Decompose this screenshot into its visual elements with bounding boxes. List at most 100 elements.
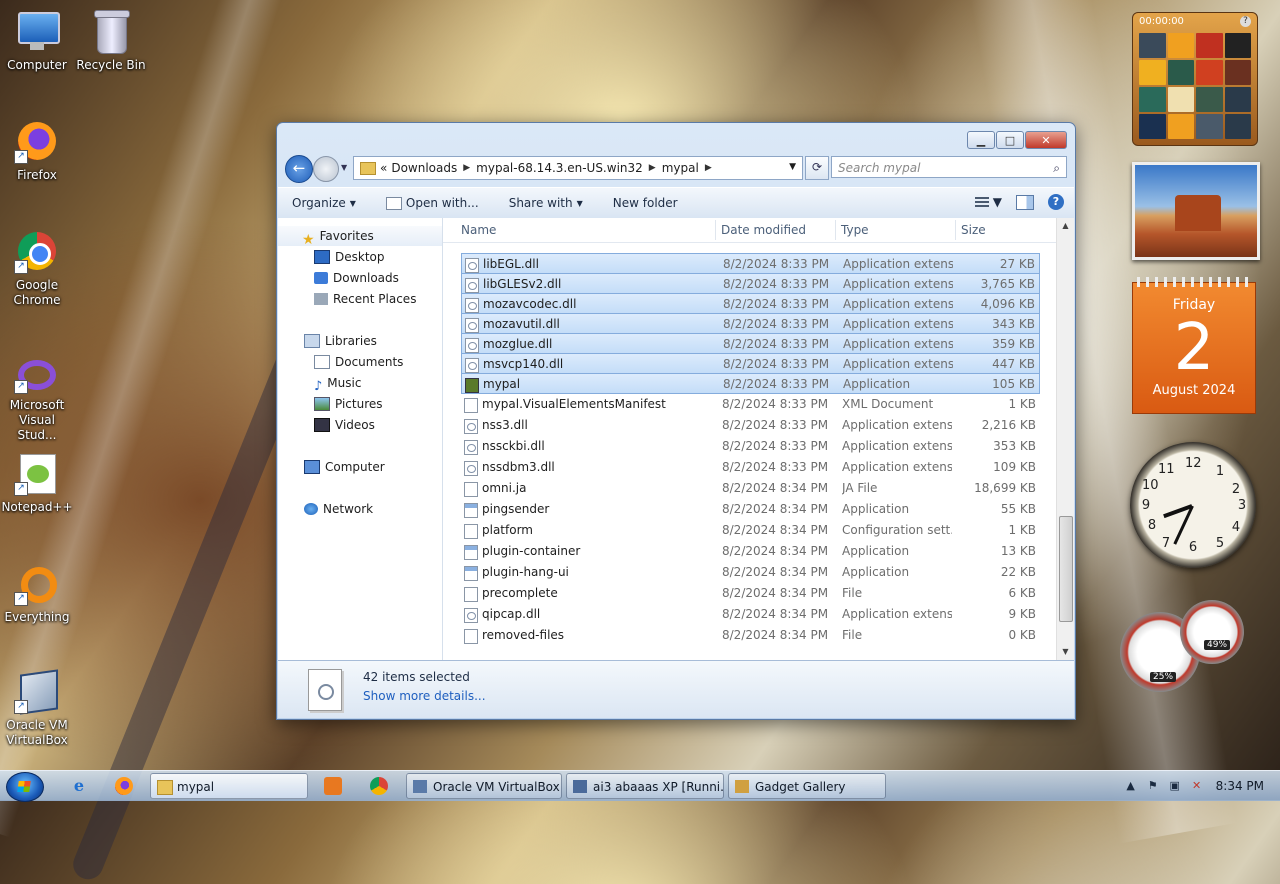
new-folder-button[interactable]: New folder	[613, 196, 678, 210]
address-bar[interactable]: « Downloads ▶ mypal-68.14.3.en-US.win32 …	[353, 156, 803, 180]
desktop-icon-chrome[interactable]: ↗ Google Chrome	[0, 228, 74, 308]
minimize-button[interactable]: ▁	[967, 131, 995, 149]
nav-desktop[interactable]: Desktop	[278, 247, 385, 267]
start-button[interactable]	[6, 772, 44, 802]
network-icon[interactable]: ▣	[1168, 779, 1182, 793]
desktop-icon-recycle-bin[interactable]: Recycle Bin	[74, 8, 148, 73]
views-dropdown-icon[interactable]: ▼	[993, 195, 1002, 209]
search-input[interactable]: Search mypal ⌕	[831, 156, 1067, 178]
clock-gadget[interactable]: 12 1 2 3 4 5 6 7 8 9 10 11	[1130, 442, 1256, 568]
share-with-label: Share with	[508, 196, 573, 210]
file-name: precomplete	[482, 586, 558, 600]
address-dropdown-icon[interactable]: ▼	[789, 162, 796, 172]
address-prefix[interactable]: «	[380, 161, 387, 175]
scroll-down-icon[interactable]: ▼	[1057, 644, 1074, 660]
show-more-details-link[interactable]: Show more details...	[363, 689, 486, 703]
file-row[interactable]: mozavcodec.dll 8/2/2024 8:33 PM Applicatio…	[461, 293, 1040, 314]
scroll-up-icon[interactable]: ▲	[1057, 218, 1074, 234]
maximize-button[interactable]: □	[996, 131, 1024, 149]
memory-meter-gadget[interactable]: 49%	[1180, 600, 1244, 664]
nav-libraries[interactable]: Libraries	[278, 331, 377, 351]
recent-pages-dropdown[interactable]: ▼	[341, 163, 347, 172]
chevron-down-icon: ▼	[349, 198, 356, 208]
tray-clock[interactable]: 8:34 PM	[1216, 779, 1264, 793]
chevron-right-icon[interactable]: ▶	[705, 163, 712, 173]
taskbar-button-mypal[interactable]: mypal	[150, 773, 308, 799]
help-icon[interactable]: ?	[1240, 16, 1251, 27]
help-icon[interactable]: ?	[1048, 194, 1064, 210]
column-size[interactable]: Size	[961, 223, 986, 237]
slideshow-gadget[interactable]	[1132, 162, 1260, 260]
chevron-right-icon[interactable]: ▶	[463, 163, 470, 173]
file-size: 13 KB	[1000, 544, 1036, 558]
scrollbar-thumb[interactable]	[1059, 516, 1073, 622]
back-button[interactable]: ←	[285, 155, 313, 183]
file-row[interactable]: mozglue.dll 8/2/2024 8:33 PM Application e…	[461, 333, 1040, 354]
taskbar-button-gadget-gallery[interactable]: Gadget Gallery	[728, 773, 886, 799]
file-row[interactable]: nss3.dll 8/2/2024 8:33 PM Application exte…	[461, 415, 1040, 436]
column-date-modified[interactable]: Date modified	[721, 223, 806, 237]
nav-favorites[interactable]: ★ Favorites	[278, 226, 442, 248]
desktop-icon-notepad-plus-plus[interactable]: ↗ Notepad++	[0, 450, 74, 515]
refresh-button[interactable]: ⟳	[805, 156, 829, 180]
open-with-button[interactable]: Open with...	[385, 196, 479, 210]
nav-pictures[interactable]: Pictures	[278, 394, 383, 414]
breadcrumb-downloads[interactable]: Downloads	[391, 161, 457, 175]
nav-music[interactable]: ♪ Music	[278, 373, 361, 394]
chevron-right-icon[interactable]: ▶	[649, 163, 656, 173]
volume-muted-icon[interactable]: ✕	[1190, 779, 1204, 793]
file-row[interactable]: removed-files 8/2/2024 8:34 PM File 0 KB	[461, 625, 1040, 646]
file-row[interactable]: mypal 8/2/2024 8:33 PM Application 105 KB	[461, 373, 1040, 394]
file-row[interactable]: platform 8/2/2024 8:34 PM Configuration se…	[461, 520, 1040, 541]
file-row[interactable]: libGLESv2.dll 8/2/2024 8:33 PM Application…	[461, 273, 1040, 294]
nav-label: Videos	[335, 418, 375, 432]
nav-computer[interactable]: Computer	[278, 457, 385, 477]
action-center-flag-icon[interactable]: ⚑	[1146, 779, 1160, 793]
file-row[interactable]: mozavutil.dll 8/2/2024 8:33 PM Application…	[461, 313, 1040, 334]
file-row[interactable]: nssckbi.dll 8/2/2024 8:33 PM Application e…	[461, 436, 1040, 457]
file-row[interactable]: pingsender 8/2/2024 8:34 PM Application 55 …	[461, 499, 1040, 520]
vertical-scrollbar[interactable]: ▲ ▼	[1056, 218, 1074, 660]
internet-explorer-icon[interactable]: e	[70, 777, 88, 795]
chrome-icon[interactable]	[370, 777, 388, 795]
puzzle-grid[interactable]	[1139, 33, 1251, 139]
file-row[interactable]: plugin-hang-ui 8/2/2024 8:34 PM Applicatio…	[461, 562, 1040, 583]
file-row[interactable]: precomplete 8/2/2024 8:34 PM File 6 KB	[461, 583, 1040, 604]
desktop-icon-computer[interactable]: Computer	[0, 8, 74, 73]
file-row[interactable]: nssdbm3.dll 8/2/2024 8:33 PM Application e…	[461, 457, 1040, 478]
desktop-icon-firefox[interactable]: ↗ Firefox	[0, 118, 74, 183]
nav-network[interactable]: Network	[278, 499, 373, 519]
calendar-gadget[interactable]: Friday 2 August 2024	[1132, 277, 1256, 414]
desktop-icon-virtualbox[interactable]: ↗ Oracle VM VirtualBox	[0, 668, 74, 748]
column-type[interactable]: Type	[841, 223, 869, 237]
show-hidden-icons-icon[interactable]: ▲	[1124, 779, 1138, 793]
desktop-icon-visual-studio[interactable]: ↗ Microsoft Visual Stud...	[0, 348, 74, 443]
file-row[interactable]: msvcp140.dll 8/2/2024 8:33 PM Application …	[461, 353, 1040, 374]
preview-pane-icon[interactable]	[1016, 194, 1034, 210]
file-row[interactable]: omni.ja 8/2/2024 8:34 PM JA File 18,699 KB	[461, 478, 1040, 499]
breadcrumb-mypal[interactable]: mypal	[662, 161, 699, 175]
taskbar-button-vm[interactable]: ai3 abaaas XP [Runni...	[566, 773, 724, 799]
nav-recent-places[interactable]: Recent Places	[278, 289, 416, 309]
file-row[interactable]: plugin-container 8/2/2024 8:34 PM Applicat…	[461, 541, 1040, 562]
change-view-icon[interactable]	[974, 196, 989, 208]
close-button[interactable]: ✕	[1025, 131, 1067, 149]
column-name[interactable]: Name	[461, 223, 496, 237]
open-with-icon	[385, 196, 402, 210]
file-row[interactable]: libEGL.dll 8/2/2024 8:33 PM Application ex…	[461, 253, 1040, 274]
forward-button[interactable]	[313, 156, 339, 182]
picture-puzzle-gadget[interactable]: 00:00:00?	[1132, 12, 1258, 146]
media-player-icon[interactable]	[324, 777, 342, 795]
taskbar-button-virtualbox[interactable]: Oracle VM VirtualBox...	[406, 773, 562, 799]
breadcrumb-mypal-folder[interactable]: mypal-68.14.3.en-US.win32	[476, 161, 643, 175]
nav-documents[interactable]: Documents	[278, 352, 403, 372]
share-with-button[interactable]: Share with ▼	[509, 196, 583, 210]
file-row[interactable]: mypal.VisualElementsManifest 8/2/2024 8:3…	[461, 394, 1040, 415]
nav-downloads[interactable]: Downloads	[278, 268, 399, 288]
desktop-icon-everything[interactable]: ↗ Everything	[0, 560, 74, 625]
file-row[interactable]: qipcap.dll 8/2/2024 8:34 PM Application ex…	[461, 604, 1040, 625]
organize-button[interactable]: Organize ▼	[292, 196, 356, 210]
window-controls: ▁ □ ✕	[967, 131, 1067, 149]
firefox-icon[interactable]	[115, 777, 133, 795]
nav-videos[interactable]: Videos	[278, 415, 375, 435]
